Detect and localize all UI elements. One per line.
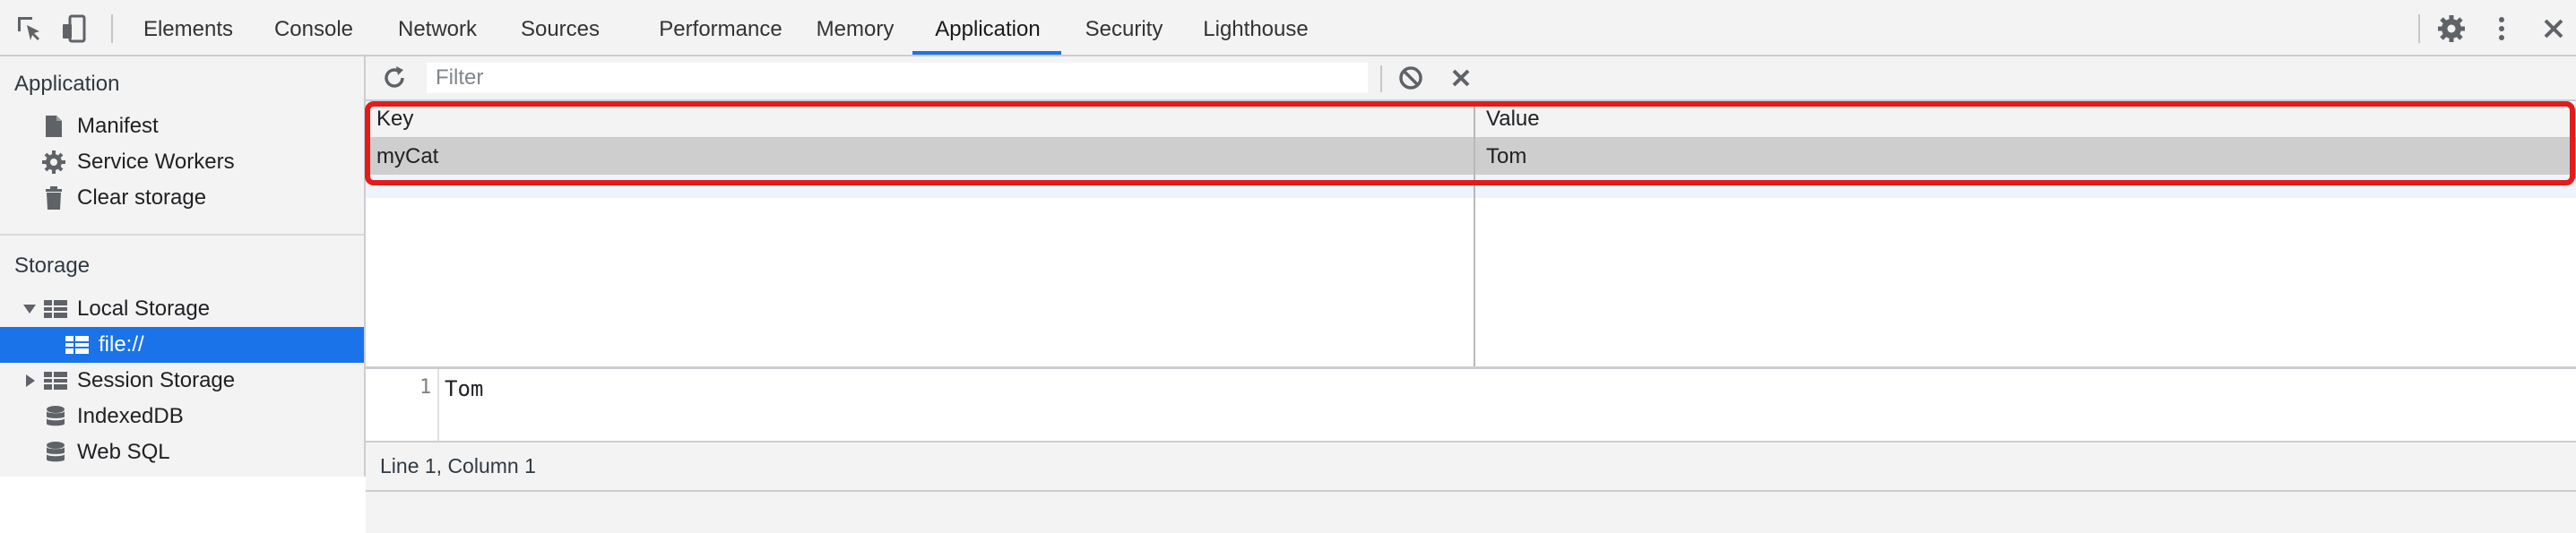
more-options-icon[interactable]: [2486, 13, 2517, 44]
sidebar-item-label: IndexedDB: [77, 404, 184, 428]
main-toolbar: Elements Console Network Sources Perform…: [0, 0, 2576, 56]
sidebar: Application Manifest Service Workers Cle…: [0, 56, 366, 477]
sidebar-item-label: Manifest: [77, 114, 159, 138]
section-title-storage: Storage: [14, 254, 91, 278]
cell-key[interactable]: myCat: [366, 139, 1474, 175]
line-number: 1: [419, 376, 432, 399]
tab-performance[interactable]: Performance: [631, 0, 810, 55]
tab-sources[interactable]: Sources: [506, 0, 615, 55]
tab-security[interactable]: Security: [1070, 0, 1178, 55]
grid-icon: [44, 372, 67, 390]
clear-icon[interactable]: [1447, 64, 1475, 92]
table-row[interactable]: myCat Tom: [366, 139, 2576, 175]
filter-toolbar: [366, 56, 2576, 101]
empty-row-stripe: [366, 175, 2576, 198]
sidebar-item-label: Web SQL: [77, 440, 170, 464]
tab-lighthouse[interactable]: Lighthouse: [1190, 0, 1321, 55]
collapsed-triangle-icon[interactable]: [22, 373, 38, 389]
block-icon[interactable]: [1396, 64, 1425, 92]
close-icon[interactable]: [2538, 13, 2569, 44]
cell-value[interactable]: Tom: [1475, 139, 2576, 175]
refresh-icon[interactable]: [380, 64, 409, 92]
sidebar-item-label: Clear storage: [77, 185, 207, 210]
settings-gear-icon[interactable]: [2436, 13, 2467, 44]
column-divider[interactable]: [1474, 101, 1475, 366]
sidebar-item-indexeddb[interactable]: IndexedDB: [0, 399, 364, 434]
filter-input[interactable]: [427, 63, 1368, 93]
trash-icon: [46, 186, 62, 210]
devtools-window: Elements Console Network Sources Perform…: [0, 0, 2576, 533]
line-gutter: [437, 369, 439, 441]
section-divider: [0, 234, 364, 236]
toolbar-separator: [2418, 14, 2420, 43]
sidebar-item-web-sql[interactable]: Web SQL: [0, 434, 364, 470]
column-header-value[interactable]: Value: [1475, 101, 2576, 137]
column-header-key[interactable]: Key: [366, 101, 1474, 137]
status-bar: Line 1, Column 1: [366, 441, 2576, 492]
sidebar-item-label: Local Storage: [77, 297, 211, 321]
sidebar-item-manifest[interactable]: Manifest: [0, 108, 364, 144]
sidebar-item-label: file://: [99, 332, 144, 357]
database-icon: [47, 442, 65, 462]
sidebar-item-session-storage[interactable]: Session Storage: [0, 363, 364, 399]
document-icon: [46, 116, 62, 137]
grid-header: Key Value: [366, 101, 2576, 139]
active-tab-indicator: [912, 51, 1061, 55]
expand-triangle-icon[interactable]: [22, 301, 38, 317]
preview-text[interactable]: Tom: [445, 376, 483, 401]
sidebar-item-label: Session Storage: [77, 368, 236, 392]
tab-memory[interactable]: Memory: [798, 0, 912, 55]
filter-separator: [1380, 65, 1382, 92]
toolbar-separator: [111, 14, 113, 43]
grid-icon: [44, 300, 67, 318]
device-toggle-icon[interactable]: [59, 13, 90, 44]
panel-bottom-area: [366, 492, 2576, 533]
sidebar-item-local-storage-file[interactable]: file://: [0, 327, 364, 363]
tab-console[interactable]: Console: [258, 0, 369, 55]
database-icon: [47, 406, 65, 426]
sidebar-item-service-workers[interactable]: Service Workers: [0, 144, 364, 180]
gear-icon: [42, 150, 65, 174]
section-title-application: Application: [14, 72, 120, 96]
grid-icon: [65, 336, 89, 354]
sidebar-item-label: Service Workers: [77, 150, 235, 174]
value-preview: 1 Tom: [366, 369, 2576, 441]
sidebar-item-local-storage[interactable]: Local Storage: [0, 291, 364, 327]
tab-elements[interactable]: Elements: [133, 0, 244, 55]
cursor-position: Line 1, Column 1: [380, 454, 536, 477]
sidebar-item-clear-storage[interactable]: Clear storage: [0, 180, 364, 216]
inspect-element-icon[interactable]: [14, 13, 45, 44]
tab-application[interactable]: Application: [914, 0, 1061, 55]
empty-grid-area: [366, 175, 2576, 271]
tab-network[interactable]: Network: [384, 0, 491, 55]
storage-panel: Key Value myCat Tom 1 Tom Line 1, Column…: [366, 56, 2576, 533]
